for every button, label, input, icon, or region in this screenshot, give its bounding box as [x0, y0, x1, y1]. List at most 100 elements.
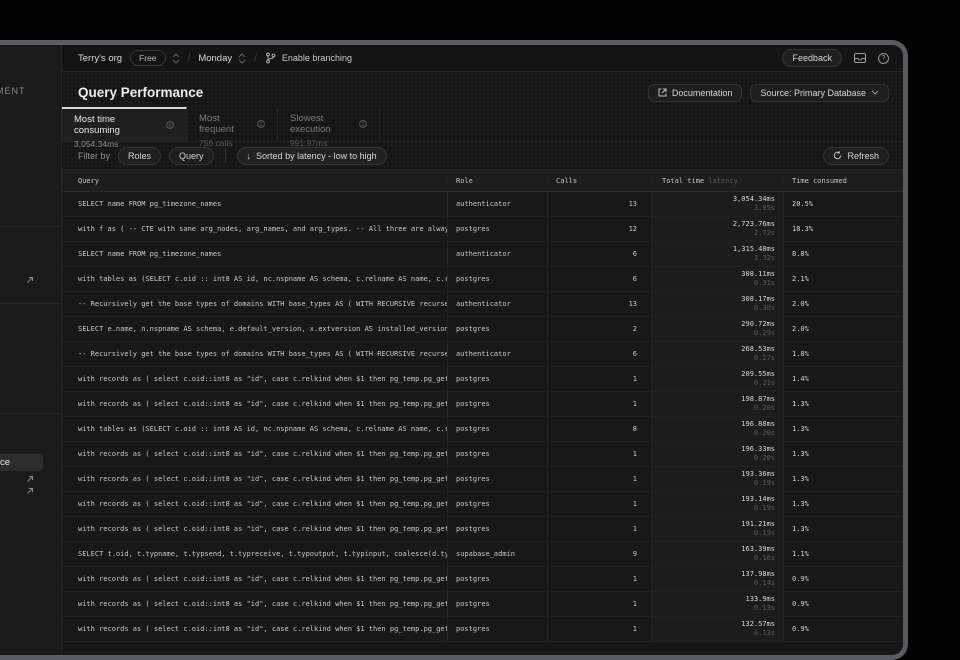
table-row[interactable]: with tables as (SELECT c.oid :: int8 AS … — [62, 267, 903, 292]
role-cell: authenticator — [447, 342, 547, 366]
query-cell: with tables as (SELECT c.oid :: int8 AS … — [62, 417, 447, 441]
calls-cell: 2 — [547, 317, 651, 341]
notifications-inbox-icon[interactable] — [854, 53, 866, 63]
role-cell: postgres — [447, 367, 547, 391]
time-consumed-cell: 2.0% — [783, 292, 903, 316]
total-time-cell: 308.17ms0.30s — [651, 292, 783, 316]
time-consumed-cell: 1.3% — [783, 517, 903, 541]
org-selector-icon[interactable] — [172, 53, 180, 64]
tab-most-time-consuming[interactable]: Most time consuming 3,054.34ms — [62, 107, 187, 141]
chevron-down-icon — [871, 90, 879, 95]
table-row[interactable]: with records as ( select c.oid::int8 as … — [62, 442, 903, 467]
total-time-cell: 191.21ms0.19s — [651, 517, 783, 541]
total-time-cell: 2,723.76ms2.72s — [651, 217, 783, 241]
total-time-cell: 198.87ms0.20s — [651, 392, 783, 416]
column-header-query: Query — [62, 177, 447, 185]
project-selector-icon[interactable] — [238, 53, 246, 64]
role-cell: postgres — [447, 592, 547, 616]
sidebar-item-active[interactable]: ce — [0, 454, 43, 471]
role-cell: postgres — [447, 317, 547, 341]
calls-cell: 6 — [547, 242, 651, 266]
time-consumed-cell: 18.3% — [783, 217, 903, 241]
query-cell: with records as ( select c.oid::int8 as … — [62, 467, 447, 491]
table-row[interactable]: -- Recursively get the base types of dom… — [62, 292, 903, 317]
query-cell: -- Recursively get the base types of dom… — [62, 292, 447, 316]
feedback-button[interactable]: Feedback — [782, 49, 842, 67]
info-icon — [359, 120, 367, 128]
query-cell: with records as ( select c.oid::int8 as … — [62, 492, 447, 516]
role-cell: postgres — [447, 392, 547, 416]
role-cell: postgres — [447, 442, 547, 466]
tab-slowest-execution[interactable]: Slowest execution 991.97ms — [278, 107, 380, 141]
query-cell: SELECT e.name, n.nspname AS schema, e.de… — [62, 317, 447, 341]
query-filter-button[interactable]: Query — [169, 147, 214, 165]
role-cell: authenticator — [447, 292, 547, 316]
project-name[interactable]: Monday — [198, 53, 232, 64]
total-time-cell: 196.88ms0.20s — [651, 417, 783, 441]
top-navbar: Terry's org Free / Monday / Enable branc… — [62, 45, 903, 72]
time-consumed-cell: 0.9% — [783, 567, 903, 591]
time-consumed-cell: 1.3% — [783, 492, 903, 516]
table-row[interactable]: with f as ( -- CTE with sane arg_nodes, … — [62, 217, 903, 242]
external-link-icon — [658, 88, 667, 97]
org-name[interactable]: Terry's org — [78, 53, 122, 64]
time-consumed-cell: 20.5% — [783, 192, 903, 216]
calls-cell: 1 — [547, 467, 651, 491]
time-consumed-cell: 1.3% — [783, 467, 903, 491]
help-icon[interactable]: ? — [878, 53, 889, 64]
role-cell: postgres — [447, 417, 547, 441]
query-cell: with records as ( select c.oid::int8 as … — [62, 617, 447, 641]
plan-badge[interactable]: Free — [130, 50, 165, 66]
source-select[interactable]: Source: Primary Database — [750, 84, 889, 102]
calls-cell: 1 — [547, 617, 651, 641]
sort-button[interactable]: ↓ Sorted by latency - low to high — [237, 147, 387, 165]
table-row[interactable]: -- Recursively get the base types of dom… — [62, 342, 903, 367]
total-time-cell: 132.57ms0.13s — [651, 617, 783, 641]
external-link-icon[interactable] — [26, 487, 34, 495]
table-row[interactable]: with records as ( select c.oid::int8 as … — [62, 617, 903, 642]
time-consumed-cell: 0.9% — [783, 592, 903, 616]
calls-cell: 1 — [547, 367, 651, 391]
table-row[interactable]: with records as ( select c.oid::int8 as … — [62, 467, 903, 492]
roles-filter-button[interactable]: Roles — [118, 147, 161, 165]
query-cell: with records as ( select c.oid::int8 as … — [62, 592, 447, 616]
calls-cell: 1 — [547, 592, 651, 616]
total-time-cell: 193.36ms0.19s — [651, 467, 783, 491]
breadcrumb-separator: / — [254, 53, 257, 64]
external-link-icon[interactable] — [26, 276, 34, 284]
time-consumed-cell: 1.3% — [783, 442, 903, 466]
app-window: GEMENT s L r ce isor Terr — [0, 40, 908, 660]
table-row[interactable]: with records as ( select c.oid::int8 as … — [62, 592, 903, 617]
tab-most-frequent[interactable]: Most frequent 756 calls — [187, 107, 278, 141]
total-time-cell: 209.55ms0.21s — [651, 367, 783, 391]
table-body: SELECT name FROM pg_timezone_names authe… — [62, 192, 903, 655]
table-row[interactable]: with records as ( select c.oid::int8 as … — [62, 517, 903, 542]
role-cell: postgres — [447, 217, 547, 241]
role-cell: postgres — [447, 517, 547, 541]
documentation-button[interactable]: Documentation — [648, 84, 743, 102]
sidebar-divider — [0, 226, 62, 227]
table-row[interactable]: with records as ( select c.oid::int8 as … — [62, 492, 903, 517]
calls-cell: 1 — [547, 442, 651, 466]
table-row[interactable]: SELECT e.name, n.nspname AS schema, e.de… — [62, 317, 903, 342]
sidebar-section-label: GEMENT — [0, 86, 26, 96]
table-row[interactable]: SELECT name FROM pg_timezone_names authe… — [62, 242, 903, 267]
table-row[interactable]: with records as ( select c.oid::int8 as … — [62, 392, 903, 417]
time-consumed-cell: 1.4% — [783, 367, 903, 391]
filter-bar: Filter by Roles Query ↓ Sorted by latenc… — [62, 142, 903, 170]
table-row[interactable]: with tables as (SELECT c.oid :: int8 AS … — [62, 417, 903, 442]
report-tabs: Most time consuming 3,054.34ms Most freq… — [62, 107, 903, 142]
external-link-icon[interactable] — [26, 475, 34, 483]
time-consumed-cell: 2.1% — [783, 267, 903, 291]
table-row[interactable]: with records as ( select c.oid::int8 as … — [62, 567, 903, 592]
total-time-cell: 163.39ms0.16s — [651, 542, 783, 566]
enable-branching-button[interactable]: Enable branching — [282, 53, 352, 63]
table-row[interactable]: SELECT name FROM pg_timezone_names authe… — [62, 192, 903, 217]
query-cell: with records as ( select c.oid::int8 as … — [62, 392, 447, 416]
refresh-button[interactable]: Refresh — [823, 147, 889, 165]
query-cell: with records as ( select c.oid::int8 as … — [62, 442, 447, 466]
table-row[interactable]: with records as ( select c.oid::int8 as … — [62, 367, 903, 392]
table-row[interactable]: SELECT t.oid, t.typname, t.typsend, t.ty… — [62, 542, 903, 567]
role-cell: postgres — [447, 617, 547, 641]
column-header-total-time: Total time latency — [651, 177, 783, 185]
